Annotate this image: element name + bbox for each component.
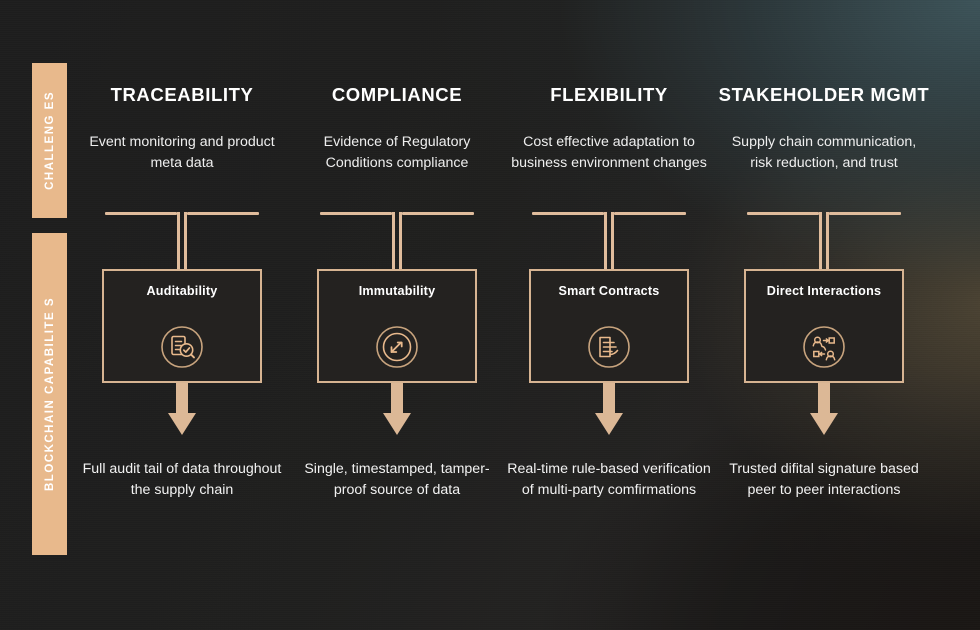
connector-vertical-a bbox=[177, 212, 180, 274]
flow-arrow bbox=[291, 383, 503, 439]
column-stakeholder-mgmt: STAKEHOLDER MGMT Supply chain communicat… bbox=[718, 0, 930, 630]
connector-vertical-a bbox=[604, 212, 607, 274]
rail-challenges-label: CHALLENG ES bbox=[43, 91, 56, 190]
connector-horizontal-left bbox=[105, 212, 177, 215]
column-title: STAKEHOLDER MGMT bbox=[718, 84, 930, 105]
capability-box: Direct Interactions bbox=[744, 269, 904, 383]
capability-box: Auditability bbox=[102, 269, 262, 383]
contract-signature-icon bbox=[586, 324, 632, 370]
challenge-text: Cost effective adaptation to business en… bbox=[511, 134, 707, 171]
column-title: FLEXIBILITY bbox=[550, 84, 668, 105]
connector-vertical-a bbox=[392, 212, 395, 274]
peer-exchange-icon bbox=[801, 324, 847, 370]
connector-vertical-b bbox=[826, 212, 829, 274]
flow-arrow bbox=[76, 383, 288, 439]
challenge-text: Supply chain communication, risk reducti… bbox=[731, 134, 917, 171]
connector-horizontal-left bbox=[747, 212, 819, 215]
outcome-text: Real-time rule-based verification of mul… bbox=[507, 461, 711, 498]
rail-challenges: CHALLENG ES bbox=[32, 63, 67, 218]
challenge-text: Event monitoring and product meta data bbox=[89, 134, 275, 171]
outcome-text: Single, timestamped, tamper-proof source… bbox=[304, 461, 490, 498]
flow-arrow bbox=[503, 383, 715, 439]
capability-label: Smart Contracts bbox=[558, 284, 660, 298]
connector-bracket bbox=[503, 212, 715, 274]
column-title: COMPLIANCE bbox=[331, 84, 463, 105]
capability-box: Smart Contracts bbox=[529, 269, 689, 383]
connector-bracket bbox=[718, 212, 930, 274]
flow-arrow bbox=[718, 383, 930, 439]
connector-vertical-b bbox=[611, 212, 614, 274]
capability-label: Direct Interactions bbox=[766, 284, 882, 298]
connector-vertical-b bbox=[399, 212, 402, 274]
column-compliance: COMPLIANCE Evidence of Regulatory Condit… bbox=[291, 0, 503, 630]
connector-horizontal-right bbox=[829, 212, 901, 215]
infographic-canvas: CHALLENG ES BLOCKCHAIN CAPABILITE S TRAC… bbox=[0, 0, 980, 630]
connector-horizontal-right bbox=[614, 212, 686, 215]
circular-arrows-icon bbox=[374, 324, 420, 370]
connector-vertical-b bbox=[184, 212, 187, 274]
column-traceability: TRACEABILITY Event monitoring and produc… bbox=[76, 0, 288, 630]
document-magnifier-icon bbox=[159, 324, 205, 370]
outcome-text: Trusted difital signature based peer to … bbox=[729, 461, 919, 498]
connector-horizontal-right bbox=[402, 212, 474, 215]
connector-horizontal-left bbox=[320, 212, 392, 215]
column-flexibility: FLEXIBILITY Cost effective adaptation to… bbox=[503, 0, 715, 630]
rail-blockchain-capabilities-label: BLOCKCHAIN CAPABILITE S bbox=[43, 296, 56, 491]
capability-label: Auditability bbox=[146, 284, 218, 298]
outcome-text: Full audit tail of data throughout the s… bbox=[82, 461, 282, 498]
challenge-text: Evidence of Regulatory Conditions compli… bbox=[323, 134, 471, 171]
column-title: TRACEABILITY bbox=[110, 84, 254, 105]
connector-horizontal-right bbox=[187, 212, 259, 215]
capability-box: Immutability bbox=[317, 269, 477, 383]
connector-bracket bbox=[291, 212, 503, 274]
rail-blockchain-capabilities: BLOCKCHAIN CAPABILITE S bbox=[32, 233, 67, 555]
capability-label: Immutability bbox=[358, 284, 436, 298]
connector-bracket bbox=[76, 212, 288, 274]
connector-horizontal-left bbox=[532, 212, 604, 215]
connector-vertical-a bbox=[819, 212, 822, 274]
